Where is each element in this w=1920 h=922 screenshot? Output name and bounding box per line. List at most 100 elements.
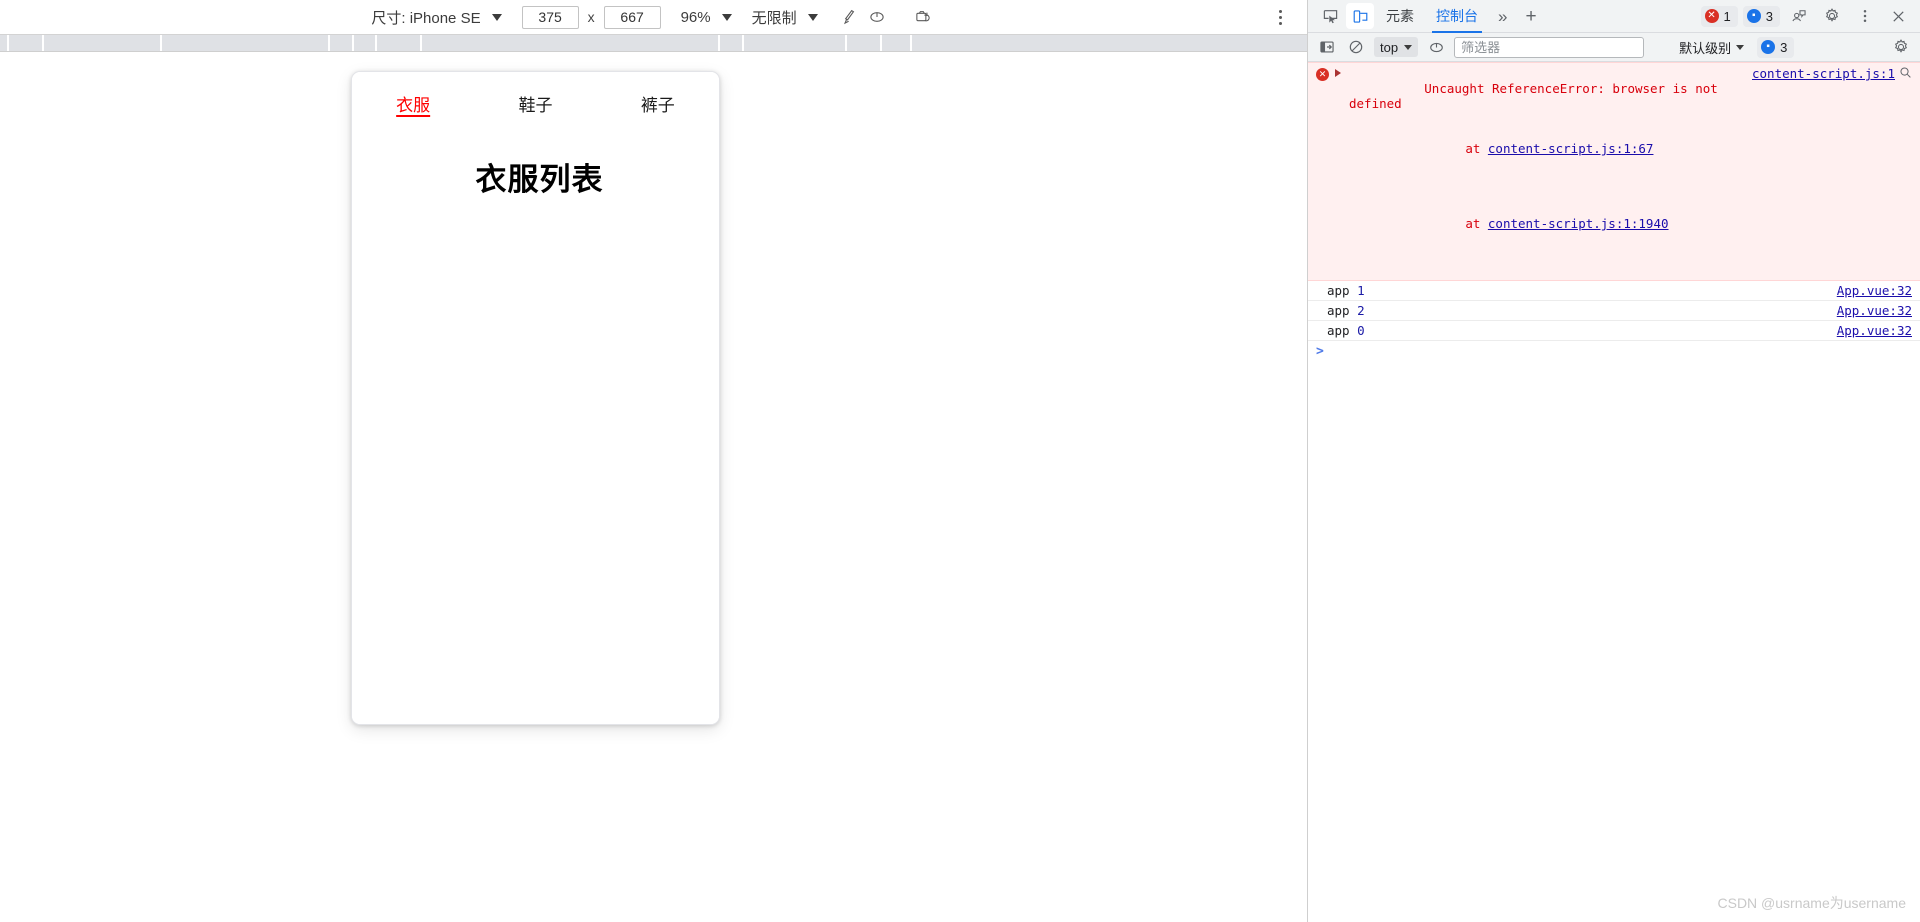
zoom-selector[interactable]: 96% — [681, 9, 732, 26]
ruler-tick — [742, 35, 744, 51]
log-label: app — [1327, 323, 1350, 338]
tab-shoes[interactable]: 鞋子 — [474, 94, 596, 120]
throttling-selector[interactable]: 无限制 — [752, 7, 818, 28]
tab-console[interactable]: 控制台 — [1426, 0, 1488, 33]
log-source-link[interactable]: App.vue:32 — [1837, 303, 1912, 318]
console-message-list[interactable]: ✕ Uncaught ReferenceError: browser is no… — [1308, 62, 1920, 922]
log-label: app — [1327, 303, 1350, 318]
console-log-row[interactable]: app 2 App.vue:32 — [1308, 301, 1920, 321]
ruler-tick — [375, 35, 377, 51]
log-source-link[interactable]: App.vue:32 — [1837, 283, 1912, 298]
mobile-page: 衣服 鞋子 裤子 衣服列表 — [352, 72, 719, 724]
add-tab-button[interactable]: + — [1517, 0, 1544, 33]
ruler-tick — [845, 35, 847, 51]
chevron-down-icon — [807, 13, 818, 21]
console-filter-input[interactable] — [1454, 36, 1645, 58]
devtools-window: 尺寸: iPhone SE x 96% 无限制 — [0, 0, 1920, 922]
error-source-area: content-script.js:1 — [1752, 66, 1912, 81]
search-in-page-icon[interactable] — [1899, 66, 1912, 79]
chevron-down-icon — [1736, 44, 1745, 50]
execution-context-selector[interactable]: top — [1374, 37, 1419, 57]
message-count-badge[interactable]: ▪ 3 — [1742, 5, 1780, 27]
error-source-link[interactable]: content-script.js:1 — [1752, 66, 1895, 81]
log-message: app 0 — [1327, 323, 1837, 338]
message-circle-icon: ▪ — [1761, 40, 1776, 54]
error-message: Uncaught ReferenceError: browser is not … — [1349, 81, 1726, 111]
ruler-tick — [7, 35, 9, 51]
tab-clothes[interactable]: 衣服 — [352, 94, 474, 120]
log-value: 2 — [1357, 303, 1365, 318]
error-count: 1 — [1723, 8, 1731, 24]
log-message: app 2 — [1327, 303, 1837, 318]
message-circle-icon: ▪ — [1746, 9, 1761, 23]
device-toolbar: 尺寸: iPhone SE x 96% 无限制 — [0, 0, 1307, 34]
ruler-tick — [352, 35, 354, 51]
gear-icon[interactable] — [1890, 37, 1912, 58]
devtools-tabbar-right: ✕ 1 ▪ 3 — [1700, 3, 1914, 29]
ruler-tick — [880, 35, 882, 51]
error-circle-icon: ✕ — [1316, 68, 1329, 81]
ruler-tick — [910, 35, 912, 51]
ruler-tick — [718, 35, 720, 51]
mobile-tabbar: 衣服 鞋子 裤子 — [352, 72, 719, 120]
stack-prefix: at — [1465, 141, 1488, 156]
viewport-ruler — [0, 34, 1307, 52]
gear-icon[interactable] — [1818, 3, 1846, 29]
throttling-label: 无限制 — [751, 9, 797, 27]
chevron-down-icon — [1404, 44, 1413, 50]
devices-icon[interactable] — [1785, 3, 1813, 29]
execution-context-label: top — [1380, 39, 1399, 55]
console-error-message[interactable]: ✕ Uncaught ReferenceError: browser is no… — [1308, 62, 1920, 281]
close-icon[interactable] — [1884, 3, 1912, 29]
device-emulation-pane: 尺寸: iPhone SE x 96% 无限制 — [0, 0, 1308, 922]
console-log-row[interactable]: app 1 App.vue:32 — [1308, 281, 1920, 301]
devtools-panel: 元素 控制台 » + ✕ 1 ▪ 3 top 筛选器 默认级别 ▪ 3 ✕ Un… — [1308, 0, 1920, 922]
viewport-width-input[interactable] — [521, 5, 579, 29]
log-value: 1 — [1357, 283, 1365, 298]
console-input-prompt[interactable]: > — [1308, 341, 1920, 362]
devtools-tabbar: 元素 控制台 » + ✕ 1 ▪ 3 — [1308, 0, 1920, 33]
console-log-row[interactable]: app 0 App.vue:32 — [1308, 321, 1920, 341]
live-expression-icon[interactable] — [1425, 37, 1447, 58]
device-size-label: 尺寸: iPhone SE — [371, 9, 481, 27]
viewport-height-input[interactable] — [603, 5, 661, 29]
dimension-separator: x — [587, 9, 595, 25]
more-tabs-icon[interactable]: » — [1490, 0, 1515, 33]
cast-icon[interactable] — [864, 4, 890, 30]
toggle-device-toolbar-icon[interactable] — [1346, 3, 1374, 29]
log-level-label: 默认级别 — [1679, 40, 1732, 56]
ruler-tick — [42, 35, 44, 51]
screenshot-icon[interactable] — [910, 4, 936, 30]
prompt-caret-icon: > — [1316, 344, 1324, 359]
log-label: app — [1327, 283, 1350, 298]
tab-pants[interactable]: 裤子 — [597, 94, 719, 120]
inspect-element-icon[interactable] — [1316, 3, 1344, 29]
more-options-icon[interactable] — [1851, 3, 1879, 29]
rotate-icon[interactable] — [838, 4, 864, 30]
log-level-selector[interactable]: 默认级别 — [1679, 38, 1745, 57]
more-options-icon[interactable] — [1269, 5, 1291, 29]
error-circle-icon: ✕ — [1704, 9, 1719, 23]
expand-arrow-icon[interactable] — [1335, 69, 1343, 77]
clear-console-icon[interactable] — [1345, 37, 1367, 58]
ruler-tick — [328, 35, 330, 51]
console-message-badge[interactable]: ▪ 3 — [1757, 36, 1795, 58]
console-message-count: 3 — [1780, 39, 1788, 55]
device-size-selector[interactable]: 尺寸: iPhone SE — [371, 7, 502, 28]
device-frame: 衣服 鞋子 裤子 衣服列表 — [351, 71, 720, 725]
console-toolbar: top 默认级别 ▪ 3 — [1308, 33, 1920, 62]
emulated-viewport-canvas: 衣服 鞋子 裤子 衣服列表 — [0, 53, 1307, 922]
stack-link[interactable]: content-script.js:1:67 — [1488, 141, 1654, 156]
error-text-block: Uncaught ReferenceError: browser is not … — [1349, 66, 1746, 276]
tab-elements[interactable]: 元素 — [1376, 0, 1424, 33]
log-source-link[interactable]: App.vue:32 — [1837, 323, 1912, 338]
chevron-down-icon — [491, 13, 502, 21]
chevron-down-icon — [721, 13, 732, 21]
log-value: 0 — [1357, 323, 1365, 338]
message-count: 3 — [1765, 8, 1773, 24]
ruler-tick — [160, 35, 162, 51]
show-console-sidebar-icon[interactable] — [1316, 37, 1338, 58]
stack-link[interactable]: content-script.js:1:1940 — [1488, 216, 1669, 231]
page-title: 衣服列表 — [475, 162, 604, 197]
error-count-badge[interactable]: ✕ 1 — [1700, 5, 1738, 27]
